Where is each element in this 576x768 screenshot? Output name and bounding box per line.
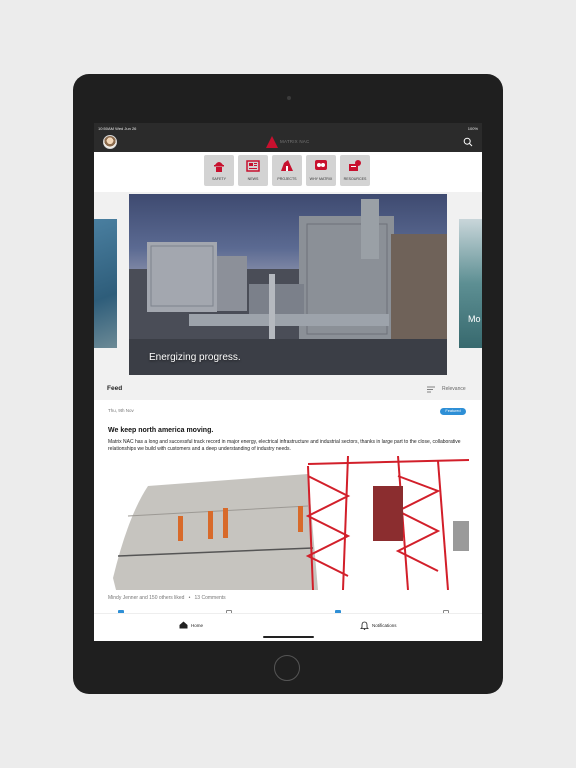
app-logo: MATRIX NAC — [266, 136, 310, 148]
category-resources[interactable]: RESOURCES — [340, 155, 370, 186]
logo-mark-icon — [266, 136, 278, 148]
post-image[interactable] — [108, 456, 469, 590]
post-comments[interactable]: 13 Comments — [195, 595, 226, 601]
carousel-slide-previous[interactable] — [94, 219, 117, 348]
hardware-home-button[interactable] — [274, 655, 300, 681]
category-safety[interactable]: SAFETY — [204, 155, 234, 186]
carousel-slide-current[interactable]: Energizing progress. — [129, 194, 447, 375]
top-nav: MATRIX NAC — [94, 132, 482, 152]
category-label: WHY MATRIX — [309, 177, 333, 181]
construction-site-image — [108, 456, 469, 590]
category-news[interactable]: NEWS — [238, 155, 268, 186]
post-body: Matrix NAC has a long and successful tra… — [108, 439, 461, 452]
tab-notifications-label: Notifications — [372, 623, 397, 628]
category-why-matrix[interactable]: WHY MATRIX — [306, 155, 336, 186]
resources-icon — [349, 160, 361, 171]
feed-post-card[interactable]: Thu, 9th Nov Featured We keep north amer… — [94, 403, 482, 614]
tab-home-label: Home — [191, 623, 204, 628]
carousel-caption: Energizing progress. — [149, 352, 241, 363]
category-label: SAFETY — [212, 177, 226, 181]
bottom-tab-bar: Home Notifications — [94, 613, 482, 641]
post-title: We keep north america moving. — [108, 427, 214, 434]
category-label: PROJECTS — [277, 177, 297, 181]
status-battery: 100% — [467, 126, 478, 131]
avatar[interactable] — [103, 135, 117, 149]
stats-separator: • — [185, 595, 194, 601]
home-icon — [179, 621, 188, 629]
news-icon — [246, 160, 260, 172]
app-screen: 10:50AM Wed Jun 26 100% MATRIX NAC SAFET… — [94, 123, 482, 641]
search-icon[interactable] — [463, 137, 473, 147]
featured-badge: Featured — [440, 408, 466, 415]
home-indicator[interactable] — [263, 636, 314, 638]
carousel-next-caption: Mo — [468, 314, 481, 324]
projects-icon — [281, 160, 293, 171]
hero-carousel[interactable]: Energizing progress. Mo — [94, 192, 482, 378]
bell-icon — [360, 621, 369, 630]
category-label: RESOURCES — [343, 177, 367, 181]
safety-icon — [214, 162, 224, 172]
industrial-plant-image — [129, 199, 447, 375]
feed-title: Feed — [107, 385, 123, 392]
camera — [287, 96, 291, 100]
status-bar: 10:50AM Wed Jun 26 100% — [94, 123, 482, 132]
carousel-slide-next[interactable]: Mo — [459, 219, 482, 348]
category-label: NEWS — [247, 177, 259, 181]
status-time: 10:50AM Wed Jun 26 — [98, 126, 137, 131]
category-projects[interactable]: PROJECTS — [272, 155, 302, 186]
sort-dropdown[interactable]: Relevance — [442, 386, 466, 392]
category-bar: SAFETY NEWS PROJECTS WHY MATRIX RESOURCE… — [94, 152, 482, 192]
post-likes[interactable]: Mindy Jenner and 150 others liked — [108, 595, 184, 601]
post-date: Thu, 9th Nov — [108, 408, 134, 413]
sort-icon[interactable] — [427, 386, 435, 393]
logo-text: MATRIX NAC — [280, 139, 310, 144]
feed-header: Feed Relevance — [94, 378, 482, 400]
why-matrix-icon — [315, 160, 327, 170]
post-stats: Mindy Jenner and 150 others liked • 13 C… — [108, 595, 226, 601]
